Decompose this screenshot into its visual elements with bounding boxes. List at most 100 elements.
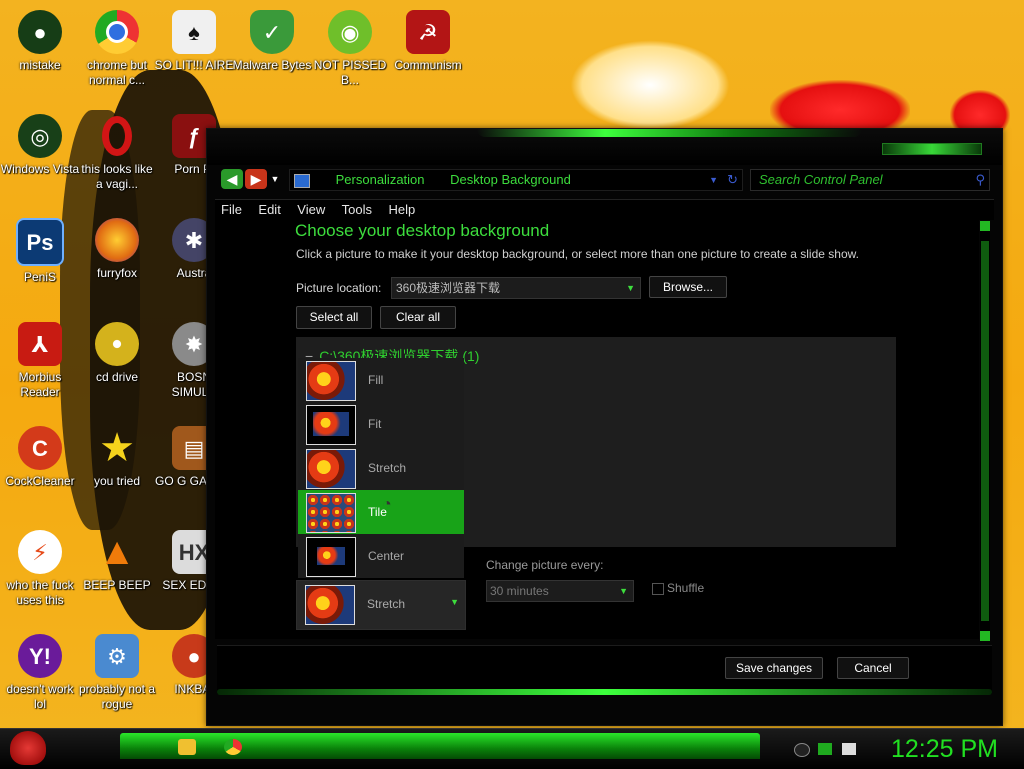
desktop-icon-ccleaner[interactable]: C CockCleaner (0, 422, 80, 489)
volume-muted-icon[interactable] (842, 743, 856, 755)
taskbar: 12:25 PM (0, 728, 1024, 769)
option-label: Fill (368, 373, 384, 387)
desktop-icon-pdf-reader[interactable]: ⅄ Morbius Reader (0, 318, 80, 400)
firefox-icon (95, 218, 139, 262)
pig-icon: ◉ (328, 10, 372, 54)
explorer-taskbar-icon[interactable] (178, 739, 196, 755)
icon-label: probably not a rogue (78, 682, 156, 711)
picture-position-dropdown: Fill Fit Stretch Tile ◔ Center (298, 358, 464, 578)
flag-icon: ☭ (406, 10, 450, 54)
fill-preview-icon (306, 361, 356, 401)
picture-location-value: 360极速浏览器下载 (396, 281, 501, 295)
breadcrumb-desktop-background[interactable]: Desktop Background (450, 172, 571, 187)
pdf-icon: ⅄ (18, 322, 62, 366)
desktop-icon-lightning[interactable]: ⚡ who the fuck uses this (0, 526, 80, 608)
chevron-down-icon: ▼ (619, 586, 628, 596)
position-option-fit[interactable]: Fit (298, 402, 464, 446)
icon-label: NOT PISSED B... (313, 58, 387, 87)
picture-location-select[interactable]: 360极速浏览器下载 ▼ (391, 277, 641, 299)
desktop-icon-vlc[interactable]: ▲ BEEP BEEP (77, 526, 157, 593)
clear-all-button[interactable]: Clear all (380, 306, 456, 329)
menu-help[interactable]: Help (382, 200, 421, 219)
chrome-taskbar-icon[interactable] (224, 739, 242, 755)
window-controls[interactable] (882, 143, 982, 155)
yahoo-icon: Y! (18, 634, 62, 678)
tray-expand-icon[interactable] (794, 743, 810, 757)
save-changes-button[interactable]: Save changes (725, 657, 823, 679)
forward-button[interactable]: ▶ (245, 169, 267, 189)
disc-icon (95, 322, 139, 366)
page-title: Choose your desktop background (295, 221, 550, 240)
icon-label: who the fuck uses this (6, 578, 74, 607)
gears-icon: ⚙ (95, 634, 139, 678)
recent-pages-button[interactable]: ▼ (269, 169, 281, 189)
search-icon[interactable]: ⚲ (975, 170, 985, 190)
picture-position-select[interactable]: Stretch ▼ (296, 580, 466, 630)
stretch-preview-icon (306, 449, 356, 489)
back-button[interactable]: ◀ (221, 169, 243, 189)
opera-icon (95, 114, 139, 158)
position-option-center[interactable]: Center (298, 534, 464, 578)
icon-label: PeniS (23, 270, 57, 284)
green-orb-icon: ◎ (18, 114, 62, 158)
browse-button[interactable]: Browse... (649, 276, 727, 298)
chevron-down-icon: ▼ (270, 174, 280, 184)
menu-tools[interactable]: Tools (336, 200, 378, 219)
green-circle-icon: ● (18, 10, 62, 54)
footer-glow (217, 689, 992, 695)
position-option-tile[interactable]: Tile ◔ (298, 490, 464, 534)
chevron-down-icon: ▼ (626, 283, 635, 293)
scroll-down-icon[interactable] (980, 631, 990, 641)
search-input[interactable]: Search Control Panel ⚲ (750, 169, 990, 191)
desktop-icon-yahoo[interactable]: Y! doesn't work lol (0, 630, 80, 712)
icon-label: doesn't work lol (6, 682, 74, 711)
desktop-icon-malwarebytes[interactable]: ✓ Malware Bytes (232, 6, 312, 73)
option-label: Stretch (368, 461, 407, 475)
desktop-icon-you-tried[interactable]: ★ you tried (77, 422, 157, 489)
taskbar-clock[interactable]: 12:25 PM (891, 735, 998, 764)
shuffle-checkbox[interactable] (652, 583, 664, 595)
desktop-icon-cd-drive[interactable]: cd drive (77, 318, 157, 385)
desktop-icon-solitaire[interactable]: ♠ SO LIT!!! AIRE (154, 6, 234, 73)
menu-file[interactable]: File (215, 200, 248, 219)
icon-label: SO LIT!!! AIRE (154, 58, 234, 72)
scroll-up-icon[interactable] (980, 221, 990, 231)
desktop-icon-mistake[interactable]: ● mistake (0, 6, 80, 73)
change-picture-value: 30 minutes (490, 584, 549, 598)
cancel-button[interactable]: Cancel (837, 657, 909, 679)
wallpaper-flame (570, 40, 730, 130)
start-button-angry-bird-icon[interactable] (10, 731, 46, 765)
icon-label: furryfox (96, 266, 137, 280)
picture-location-label: Picture location: (296, 281, 382, 295)
scrollbar-thumb[interactable] (981, 241, 989, 621)
desktop-icon-windows-vista[interactable]: ◎ Windows Vista (0, 110, 80, 177)
cursor-icon: ◔ (382, 496, 392, 513)
position-option-stretch[interactable]: Stretch (298, 446, 464, 490)
menu-view[interactable]: View (291, 200, 331, 219)
option-label: Center (368, 549, 405, 563)
desktop-icon-firefox[interactable]: furryfox (77, 214, 157, 281)
address-dropdown-icon[interactable]: ▼ (709, 170, 718, 190)
chevron-down-icon: ▼ (450, 597, 459, 607)
control-panel-icon (294, 173, 310, 188)
desktop-icon-rogue[interactable]: ⚙ probably not a rogue (77, 630, 157, 712)
tile-preview-icon (306, 493, 356, 533)
select-all-button[interactable]: Select all (296, 306, 372, 329)
address-bar[interactable]: Personalization Desktop Background ▼ ↻ (289, 169, 743, 191)
refresh-icon[interactable]: ↻ (727, 170, 738, 190)
breadcrumb-personalization[interactable]: Personalization (336, 172, 425, 187)
network-icon[interactable] (818, 743, 832, 755)
desktop-icon-chrome[interactable]: chrome but normal c... (77, 6, 157, 88)
desktop-icon-communism[interactable]: ☭ Communism (388, 6, 468, 73)
desktop-icon-photoshop[interactable]: Ps PeniS (0, 214, 80, 285)
vertical-scrollbar[interactable] (980, 221, 990, 641)
menu-bar: File Edit View Tools Help (215, 199, 994, 220)
search-placeholder: Search Control Panel (759, 172, 883, 187)
desktop-icon-not-pissed[interactable]: ◉ NOT PISSED B... (310, 6, 390, 88)
change-picture-interval-select[interactable]: 30 minutes ▼ (486, 580, 634, 602)
icon-label: CockCleaner (5, 474, 75, 488)
menu-edit[interactable]: Edit (252, 200, 286, 219)
desktop-icon-opera[interactable]: this looks like a vagi... (77, 110, 157, 192)
position-option-fill[interactable]: Fill (298, 358, 464, 402)
icon-label: you tried (93, 474, 141, 488)
